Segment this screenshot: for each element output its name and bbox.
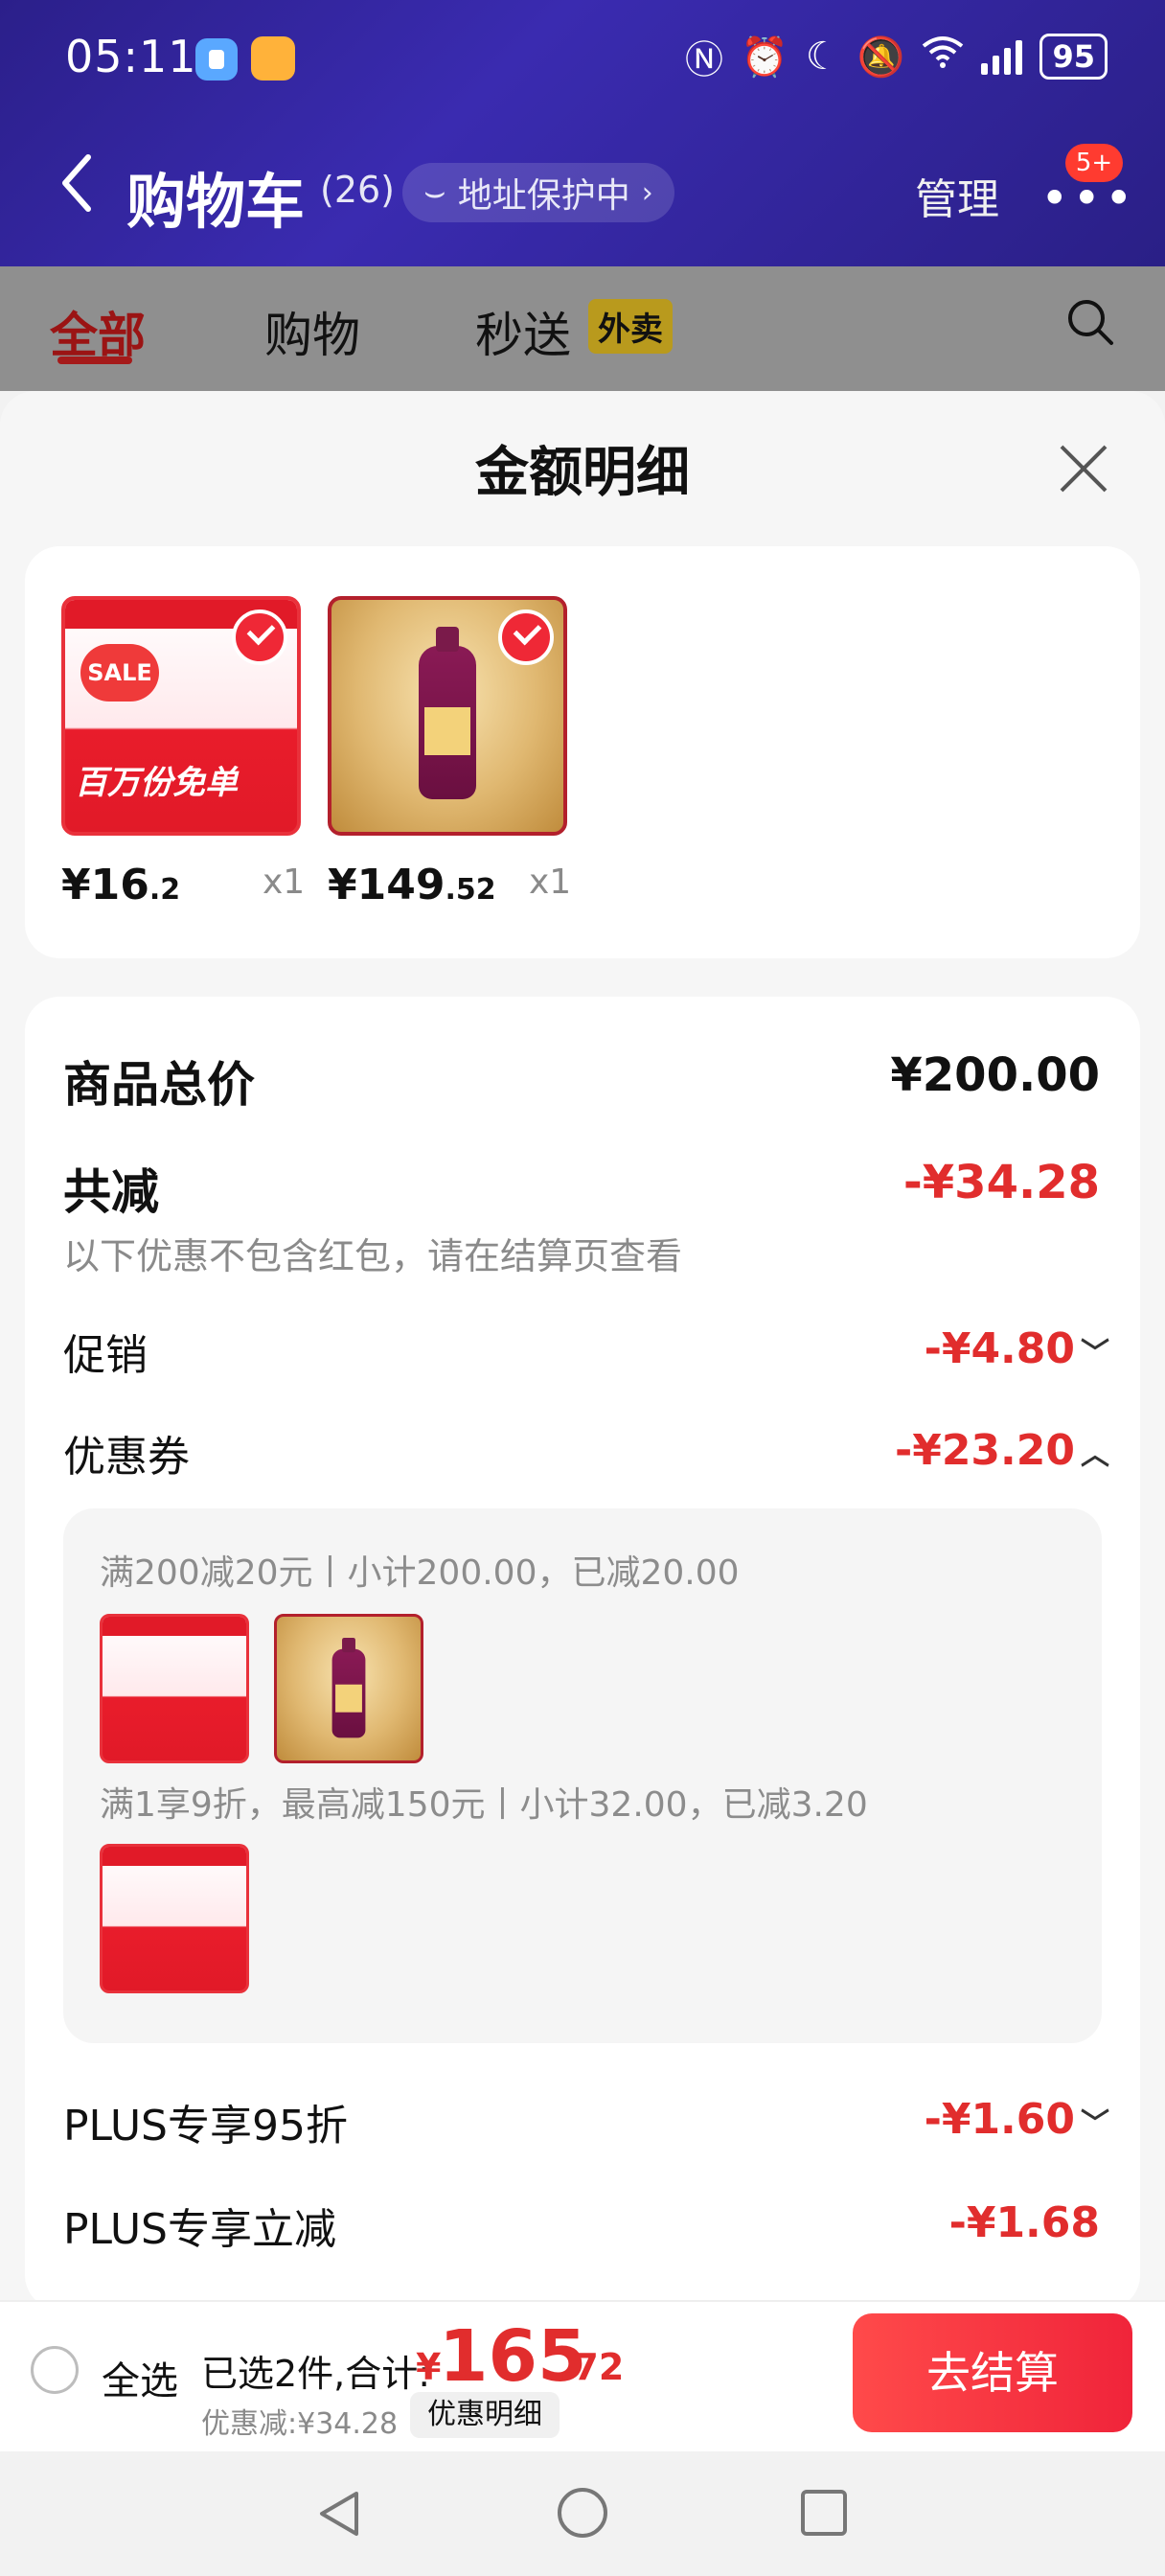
coupon-label: 优惠券 [63,1433,190,1482]
plus-reduce-label: PLUS专享立减 [63,2205,336,2254]
alarm-icon: ⏰ [740,34,788,80]
moon-icon: ☾ [805,34,840,79]
plus-95-label: PLUS专享95折 [63,2102,348,2150]
address-protection-pill[interactable]: ⌣ 地址保护中 › [402,163,674,222]
chevron-right-icon: › [641,175,653,210]
notification-badge: 5+ [1065,144,1123,182]
close-icon[interactable] [1054,439,1113,498]
product-price: ¥16.2 [61,861,181,909]
bottle-image [419,627,476,799]
select-all-radio[interactable] [31,2346,79,2394]
signal-icon [981,38,1023,75]
sheet-title: 金额明细 [475,442,690,504]
app-notification-icon [195,38,238,80]
coupon-row[interactable]: -¥23.20 ︿ [895,1426,1109,1475]
page-title: 购物车 [126,167,306,237]
takeout-tag: 外卖 [588,299,673,354]
product-price: ¥149.52 [328,861,496,909]
active-tab-indicator [57,356,132,364]
chevron-up-icon: ︿ [1081,1438,1109,1472]
cart-count: (26) [320,169,396,211]
battery-icon: 95 [1039,34,1108,80]
product-thumbnail[interactable] [328,596,567,836]
search-icon[interactable] [1063,295,1117,349]
nav-back-icon[interactable] [314,2488,366,2540]
checked-icon[interactable] [232,610,287,665]
sale-badge: SALE [80,644,159,702]
total-currency: ¥ [416,2346,442,2388]
coupon-value: -¥23.20 [894,1426,1075,1475]
chevron-down-icon: ﹀ [1081,1337,1109,1370]
total-amount-decimal: .72 [560,2346,625,2388]
nav-recents-icon[interactable] [801,2490,847,2536]
coupon-product-thumbnail [100,1614,249,1763]
coupon-product-thumbnail [100,1844,249,1993]
promo-banner-text: 百万份免单 [75,764,238,802]
tab-bar [0,266,1165,391]
total-discount-label: 共减 [63,1164,159,1220]
nav-home-icon[interactable] [558,2488,607,2538]
mute-icon: 🔕 [857,34,905,80]
total-price-value: ¥200.00 [890,1048,1100,1102]
product-thumbnail[interactable]: SALE 百万份免单 [61,596,301,836]
tab-shopping[interactable]: 购物 [264,297,360,366]
app-notification-icon-2 [251,36,295,80]
total-discount-value: -¥34.28 [902,1156,1100,1209]
shield-smile-icon: ⌣ [423,172,446,212]
status-icons: Ⓝ ⏰ ☾ 🔕 95 [685,29,1108,84]
discount-summary: 优惠减:¥34.28 [201,2407,399,2441]
coupon-line: 满200减20元丨小计200.00，已减20.00 [100,1553,740,1593]
product-quantity: x1 [263,862,306,902]
nfc-icon: Ⓝ [684,38,723,82]
checked-icon[interactable] [498,610,554,665]
back-button[interactable] [59,153,94,223]
coupon-product-thumbnail [274,1614,423,1763]
select-all-label[interactable]: 全选 [102,2350,178,2405]
product-quantity: x1 [529,862,572,902]
plus-95-value: -¥1.60 [924,2095,1075,2144]
checkout-button[interactable]: 去结算 [853,2313,1132,2432]
plus-95-row[interactable]: -¥1.60 ﹀ [925,2095,1109,2144]
plus-reduce-value: -¥1.68 [948,2198,1100,2247]
wifi-icon [922,34,964,79]
chevron-down-icon: ﹀ [1081,2107,1109,2141]
tab-delivery[interactable]: 秒送 [475,297,571,366]
manage-button[interactable]: 管理 [915,165,999,226]
selected-summary: 已选2件,合计: [201,2353,431,2395]
promotion-label: 促销 [63,1331,148,1380]
discount-note: 以下优惠不包含红包，请在结算页查看 [63,1235,683,1277]
promotion-row[interactable]: -¥4.80 ﹀ [925,1324,1109,1373]
coupon-line: 满1享9折，最高减150元丨小计32.00，已减3.20 [100,1785,868,1825]
discount-detail-button[interactable]: 优惠明细 [410,2392,560,2438]
promotion-value: -¥4.80 [924,1324,1075,1373]
total-price-label: 商品总价 [63,1057,255,1113]
status-time: 05:11 [65,31,197,82]
